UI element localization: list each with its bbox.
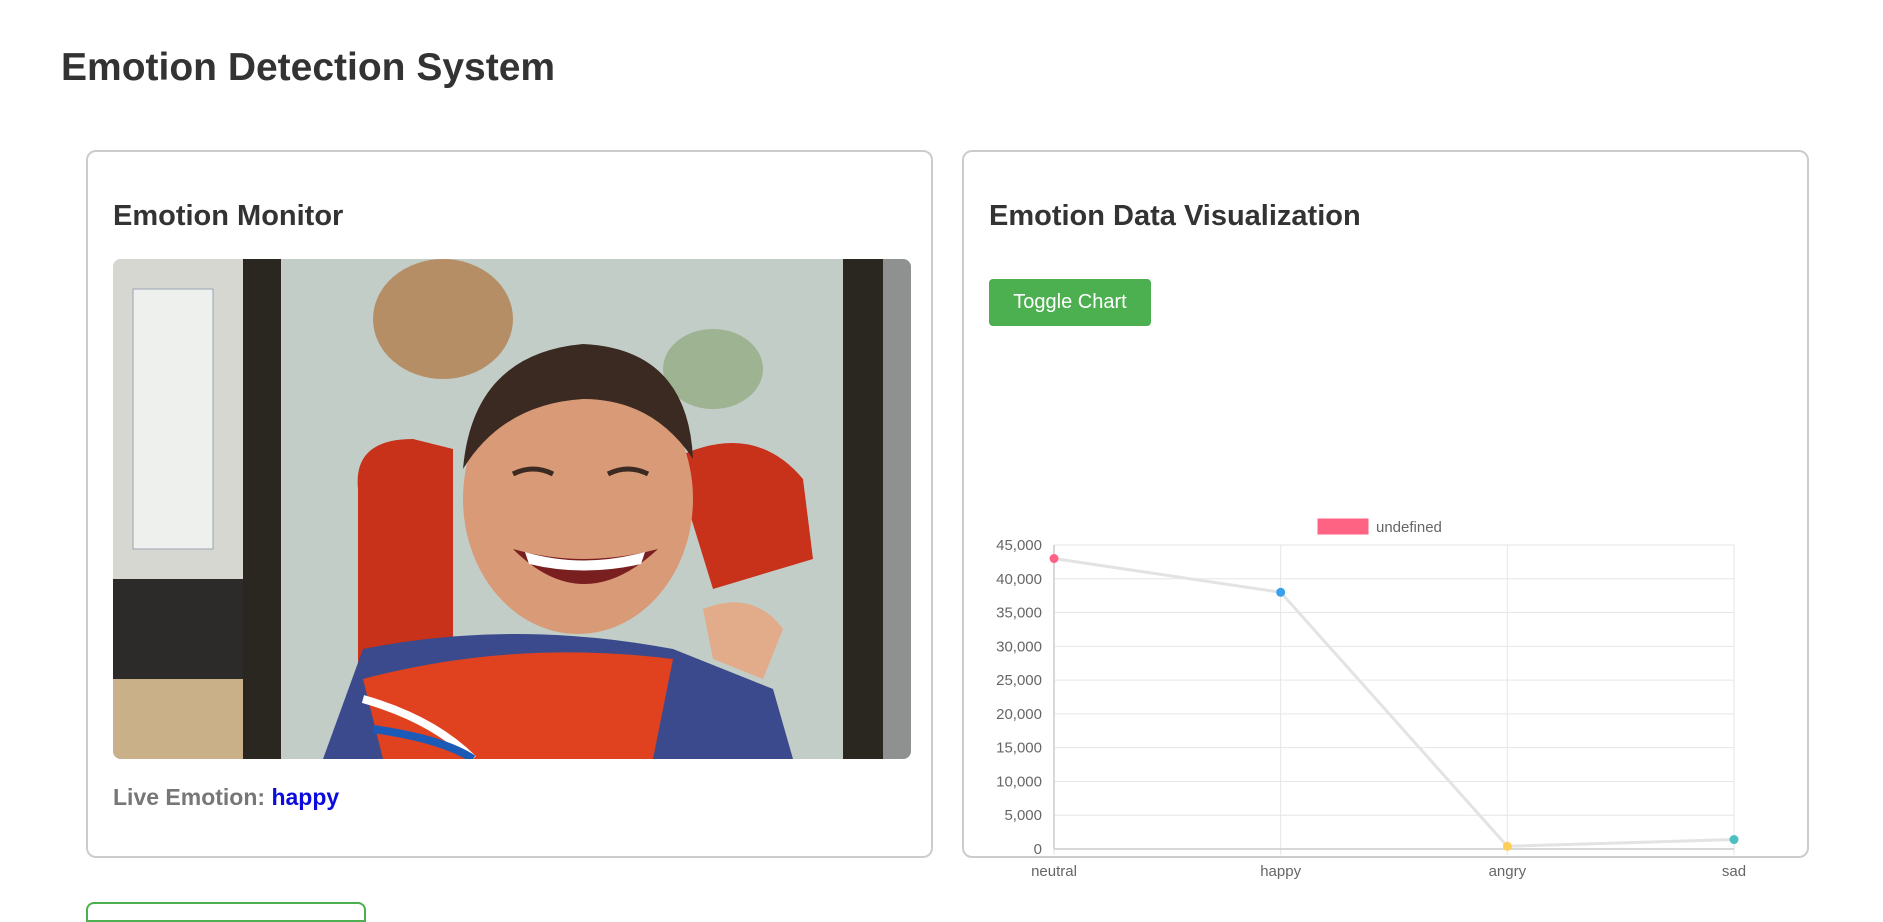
data-point <box>1729 835 1739 845</box>
x-tick-label: sad <box>1722 863 1746 880</box>
x-tick-label: neutral <box>1031 863 1077 880</box>
bottom-button-partial[interactable] <box>86 902 366 922</box>
y-tick-label: 15,000 <box>996 740 1042 757</box>
x-tick-label: angry <box>1489 863 1527 880</box>
legend-swatch <box>1317 518 1369 535</box>
data-point <box>1276 587 1286 597</box>
y-tick-label: 25,000 <box>996 672 1042 689</box>
toggle-chart-button[interactable]: Toggle Chart <box>989 279 1151 326</box>
page-title: Emotion Detection System <box>61 46 556 89</box>
y-tick-label: 0 <box>1034 841 1042 858</box>
webcam-frame-illustration <box>113 259 911 759</box>
y-tick-label: 10,000 <box>996 773 1042 790</box>
live-emotion-label: Live Emotion: <box>113 784 266 810</box>
data-point <box>1502 841 1512 851</box>
y-tick-label: 45,000 <box>996 537 1042 554</box>
live-emotion-value: happy <box>271 784 340 810</box>
legend-label: undefined <box>1376 519 1442 536</box>
emotion-line-chart: 0 5,000 10,000 15,000 20,000 25,000 30,000 35,0… <box>996 518 1746 880</box>
emotion-visualization-card: Emotion Data Visualization Toggle Chart … <box>962 150 1809 880</box>
webcam-video-feed <box>113 259 911 759</box>
visualization-title: Emotion Data Visualization <box>989 200 1361 232</box>
y-tick-label: 35,000 <box>996 605 1042 622</box>
live-emotion-status: Live Emotion: happy <box>113 784 339 811</box>
y-tick-label: 20,000 <box>996 706 1042 723</box>
y-tick-label: 40,000 <box>996 571 1042 588</box>
x-tick-label: happy <box>1260 863 1301 880</box>
data-point <box>1049 554 1059 564</box>
emotion-monitor-card: Emotion Monitor Live Emotion: happy <box>86 150 933 858</box>
emotion-monitor-title: Emotion Monitor <box>113 200 344 232</box>
y-tick-label: 5,000 <box>1004 807 1042 824</box>
y-tick-label: 30,000 <box>996 638 1042 655</box>
series-line <box>1053 557 1735 848</box>
